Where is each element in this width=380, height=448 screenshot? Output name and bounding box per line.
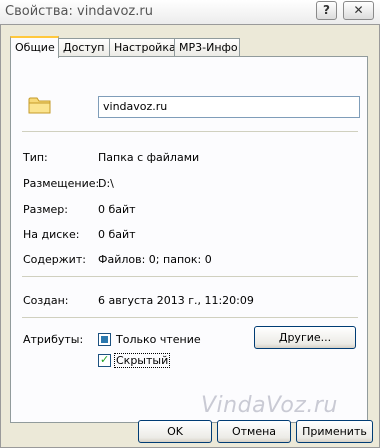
watermark: VindaVoz.ru — [201, 393, 338, 418]
type-label: Тип: — [23, 151, 48, 164]
disk-size-label: На диске: — [23, 228, 80, 241]
tab-sharing[interactable]: Доступ — [58, 38, 110, 56]
folder-icon — [28, 97, 51, 114]
location-label: Размещение: — [23, 177, 100, 190]
contains-value: Файлов: 0; папок: 0 — [98, 253, 212, 266]
disk-size-value: 0 байт — [98, 228, 136, 241]
attributes-label: Атрибуты: — [23, 333, 84, 346]
close-button[interactable]: ✕ — [343, 1, 374, 20]
readonly-label[interactable]: Только чтение — [116, 333, 201, 346]
apply-button[interactable]: Применить — [296, 420, 373, 443]
tab-mp3-info[interactable]: MP3-Инфо — [174, 38, 240, 56]
checkmark-icon: ✓ — [100, 353, 110, 366]
properties-dialog: Общие Доступ Настройка MP3-Инфо vindavoz… — [0, 24, 380, 448]
folder-name-input[interactable]: vindavoz.ru — [98, 96, 360, 118]
help-button[interactable]: ? — [316, 1, 337, 20]
cancel-button[interactable]: Отмена — [217, 420, 291, 443]
ok-button[interactable]: OK — [138, 420, 212, 443]
created-label: Создан: — [23, 294, 69, 307]
separator — [22, 131, 358, 132]
created-value: 6 августа 2013 г., 11:20:09 — [98, 294, 254, 307]
separator — [22, 317, 358, 318]
hidden-checkbox[interactable]: ✓ — [98, 353, 111, 367]
type-value: Папка с файлами — [98, 151, 200, 164]
tab-general[interactable]: Общие — [10, 36, 59, 58]
title-bar[interactable]: Свойства: vindavoz.ru ? ✕ — [0, 0, 380, 25]
other-attributes-button[interactable]: Другие... — [254, 326, 356, 349]
window-title: Свойства: vindavoz.ru — [5, 4, 153, 19]
general-tab-panel: vindavoz.ru Тип: Папка с файлами Размеще… — [10, 56, 368, 423]
size-value: 0 байт — [98, 203, 136, 216]
separator — [22, 276, 358, 277]
readonly-checkbox[interactable] — [98, 333, 111, 346]
location-value: D:\ — [98, 177, 114, 190]
hidden-label[interactable]: Скрытый — [114, 353, 171, 368]
close-icon: ✕ — [353, 3, 364, 17]
tab-customize[interactable]: Настройка — [109, 38, 176, 56]
size-label: Размер: — [23, 203, 68, 216]
contains-label: Содержит: — [23, 253, 86, 266]
